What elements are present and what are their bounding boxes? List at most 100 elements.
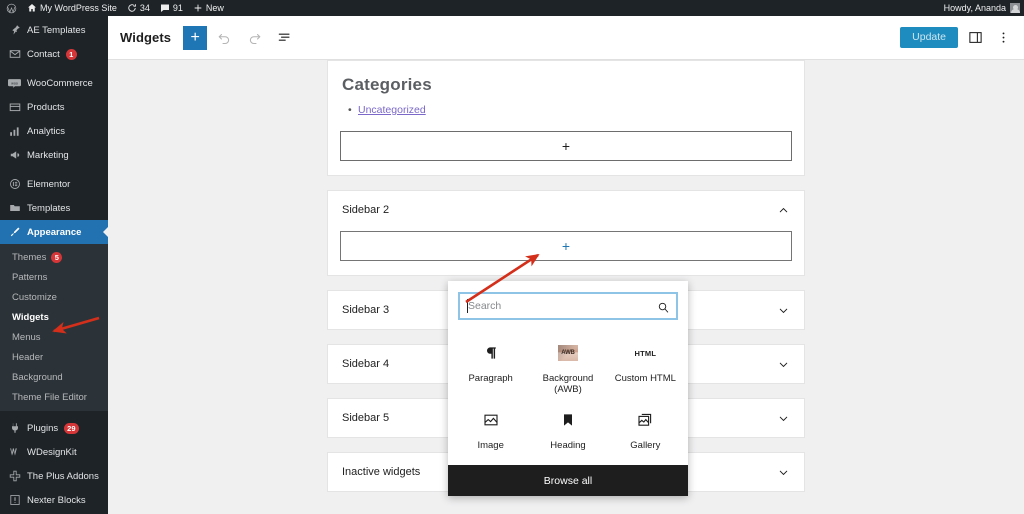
submenu-item-background[interactable]: Background — [0, 367, 108, 387]
categories-widget-block[interactable]: Categories Uncategorized + — [328, 61, 804, 175]
adminbar-my-account[interactable]: Howdy, Ananda — [944, 3, 1024, 13]
widget-area-body-sidebar-2: + — [328, 229, 804, 275]
comments-count: 91 — [172, 3, 183, 13]
admin-menu-sidebar: Comments 37 AE Templates Contact 1 woo W… — [0, 0, 108, 514]
block-item-label: Image — [477, 440, 504, 451]
block-item-custom-html[interactable]: HTML Custom HTML — [607, 332, 684, 399]
submenu-item-customize[interactable]: Customize — [0, 287, 108, 307]
submenu-item-patterns[interactable]: Patterns — [0, 267, 108, 287]
site-name-label: My WordPress Site — [40, 3, 117, 13]
plug-icon — [8, 422, 21, 435]
adminbar-updates[interactable]: 34 — [122, 0, 155, 16]
woocommerce-icon: woo — [8, 77, 21, 90]
magnifier-icon — [657, 299, 670, 317]
elementor-icon — [8, 178, 21, 191]
wordpress-logo-icon[interactable] — [0, 0, 22, 16]
updates-count: 34 — [139, 3, 150, 13]
submenu-item-label: Patterns — [12, 271, 48, 283]
submenu-item-themes[interactable]: Themes 5 — [0, 247, 108, 267]
settings-sidebar-icon[interactable] — [964, 27, 986, 49]
sidebar-item-analytics[interactable]: Analytics — [0, 119, 108, 143]
submenu-badge: 5 — [51, 251, 63, 263]
category-link-uncategorized[interactable]: Uncategorized — [358, 104, 426, 116]
sidebar-item-products[interactable]: Products — [0, 95, 108, 119]
inserter-block-grid: Paragraph Background (AWB) HTML Custom H… — [448, 328, 688, 465]
pin-icon — [8, 24, 21, 37]
block-item-gallery[interactable]: Gallery — [607, 399, 684, 455]
sidebar-item-label: WDesignKit — [27, 446, 77, 458]
block-appender-sidebar-2[interactable]: + — [340, 231, 792, 261]
chevron-down-icon[interactable] — [777, 358, 790, 371]
widget-area-sidebar-2: Sidebar 2 + — [327, 190, 805, 276]
block-item-paragraph[interactable]: Paragraph — [452, 332, 529, 399]
block-item-label: Custom HTML — [614, 373, 676, 384]
sidebar-item-elementor[interactable]: Elementor — [0, 172, 108, 196]
widget-area-header-sidebar-2[interactable]: Sidebar 2 — [328, 191, 804, 229]
adminbar-comments[interactable]: 91 — [155, 0, 188, 16]
updates-icon — [127, 3, 137, 14]
sidebar-item-label: Nexter Blocks — [27, 494, 86, 506]
inserter-search-area: Search — [448, 281, 688, 328]
redo-icon[interactable] — [241, 25, 267, 51]
submenu-item-theme-file-editor[interactable]: Theme File Editor — [0, 387, 108, 407]
sidebar-badge: 29 — [64, 422, 79, 434]
svg-text:woo: woo — [11, 81, 18, 85]
sidebar-item-label: Products — [27, 101, 65, 113]
editor-header: Widgets + Update — [108, 16, 1024, 60]
sidebar-item-label: Plugins — [27, 422, 59, 434]
sidebar-item-contact[interactable]: Contact 1 — [0, 42, 108, 66]
howdy-label: Howdy, Ananda — [943, 3, 1006, 13]
plus-icon — [193, 3, 203, 14]
submenu-item-header[interactable]: Header — [0, 347, 108, 367]
update-button[interactable]: Update — [900, 27, 958, 48]
categories-list: Uncategorized — [340, 103, 792, 117]
block-item-image[interactable]: Image — [452, 399, 529, 455]
block-item-label: Heading — [550, 440, 586, 451]
adminbar-new-content[interactable]: New — [188, 0, 229, 16]
adminbar-site-name[interactable]: My WordPress Site — [22, 0, 122, 16]
sidebar-item-label: Elementor — [27, 178, 71, 190]
chevron-down-icon[interactable] — [777, 412, 790, 425]
sidebar-item-the-plus-addons[interactable]: The Plus Addons — [0, 464, 108, 488]
sidebar-item-templates[interactable]: Templates — [0, 196, 108, 220]
chevron-down-icon[interactable] — [777, 466, 790, 479]
sidebar-item-label: Analytics — [27, 125, 66, 137]
submenu-item-menus[interactable]: Menus — [0, 327, 108, 347]
block-item-label: Background (AWB) — [542, 373, 594, 395]
block-item-heading[interactable]: Heading — [529, 399, 606, 455]
sidebar-item-ae-templates[interactable]: AE Templates — [0, 18, 108, 42]
analytics-bars-icon — [8, 125, 21, 138]
new-label: New — [205, 3, 224, 13]
image-icon — [483, 409, 499, 431]
sidebar-item-label: Appearance — [27, 226, 82, 238]
sidebar-item-nexter-blocks[interactable]: Nexter Blocks — [0, 488, 108, 512]
list-view-icon[interactable] — [271, 25, 297, 51]
chevron-down-icon[interactable] — [777, 304, 790, 317]
paragraph-pilcrow-icon — [483, 342, 499, 364]
search-input[interactable]: Search — [458, 292, 678, 320]
undo-icon[interactable] — [211, 25, 237, 51]
block-appender-sidebar-1[interactable]: + — [340, 131, 792, 161]
heading-bookmark-icon — [560, 409, 576, 431]
block-inserter-popover: Search Paragraph Background (AWB) — [448, 281, 688, 496]
sidebar-item-marketing[interactable]: Marketing — [0, 143, 108, 167]
sidebar-item-woocommerce[interactable]: woo WooCommerce — [0, 71, 108, 95]
sidebar-item-label: Contact — [27, 48, 60, 60]
submenu-item-label: Menus — [12, 331, 41, 343]
html-icon: HTML — [634, 348, 657, 358]
add-block-button[interactable]: + — [183, 25, 208, 50]
wdesignkit-icon — [8, 446, 21, 459]
browse-all-button[interactable]: Browse all — [448, 465, 688, 496]
submenu-item-widgets[interactable]: Widgets — [0, 307, 108, 327]
sidebar-item-label: Marketing — [27, 149, 69, 161]
sidebar-item-plugins[interactable]: Plugins 29 — [0, 416, 108, 440]
chevron-up-icon[interactable] — [777, 204, 790, 217]
submenu-item-label: Header — [12, 351, 44, 363]
categories-widget-title: Categories — [342, 75, 432, 94]
more-options-icon[interactable] — [992, 27, 1014, 49]
sidebar-item-label: Templates — [27, 202, 71, 214]
sidebar-item-appearance[interactable]: Appearance — [0, 220, 108, 244]
sidebar-item-wdesignkit[interactable]: WDesignKit — [0, 440, 108, 464]
block-item-background-awb[interactable]: Background (AWB) — [529, 332, 606, 399]
avatar — [1010, 3, 1020, 13]
